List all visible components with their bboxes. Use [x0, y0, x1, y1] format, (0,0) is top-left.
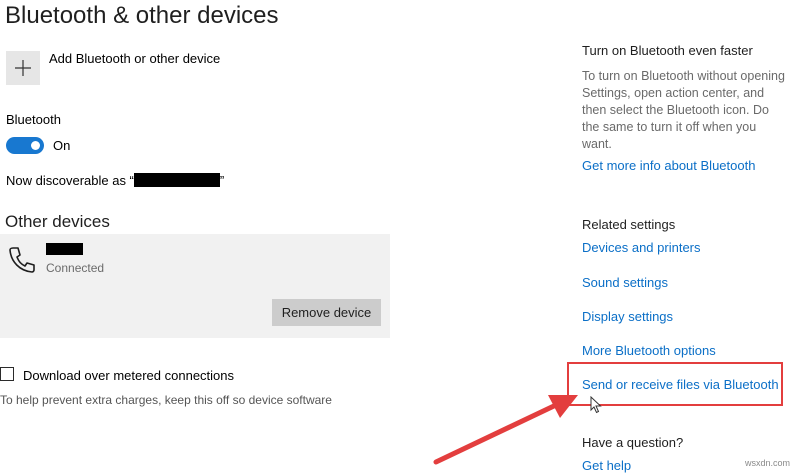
metered-help-text: To help prevent extra charges, keep this… — [0, 393, 332, 407]
other-devices-title: Other devices — [5, 212, 110, 231]
sound-settings-link[interactable]: Sound settings — [582, 275, 668, 290]
discoverable-text: Now discoverable as “ ” — [6, 173, 224, 188]
redacted-paired-device-name — [46, 243, 83, 255]
add-device-tile[interactable] — [6, 51, 40, 85]
toggle-knob — [31, 141, 40, 150]
remove-device-button[interactable]: Remove device — [272, 299, 381, 326]
discoverable-suffix: ” — [219, 173, 225, 188]
more-bluetooth-options-link[interactable]: More Bluetooth options — [582, 343, 716, 358]
device-status: Connected — [46, 261, 105, 275]
page-title: Bluetooth & other devices — [5, 2, 279, 29]
watermark: wsxdn.com — [745, 458, 791, 468]
have-a-question-heading: Have a question? — [582, 435, 684, 450]
faster-heading: Turn on Bluetooth even faster — [582, 43, 753, 58]
metered-label[interactable]: Download over metered connections — [23, 368, 234, 383]
display-settings-link[interactable]: Display settings — [582, 309, 673, 324]
add-device-label[interactable]: Add Bluetooth or other device — [49, 51, 220, 66]
devices-and-printers-link[interactable]: Devices and printers — [582, 240, 701, 255]
send-receive-files-link[interactable]: Send or receive files via Bluetooth — [582, 377, 779, 392]
toggle-state-label: On — [53, 138, 71, 153]
phone-icon — [9, 247, 35, 273]
faster-body: To turn on Bluetooth without opening Set… — [582, 69, 785, 151]
more-info-link[interactable]: Get more info about Bluetooth — [582, 158, 755, 173]
plus-icon — [15, 60, 31, 76]
redacted-device-name — [133, 173, 220, 187]
bluetooth-label: Bluetooth — [6, 112, 61, 127]
bluetooth-toggle[interactable] — [6, 137, 44, 154]
discoverable-prefix: Now discoverable as “ — [6, 173, 134, 188]
cursor-icon — [590, 396, 602, 414]
related-settings-heading: Related settings — [582, 217, 676, 232]
metered-checkbox[interactable] — [0, 367, 14, 381]
